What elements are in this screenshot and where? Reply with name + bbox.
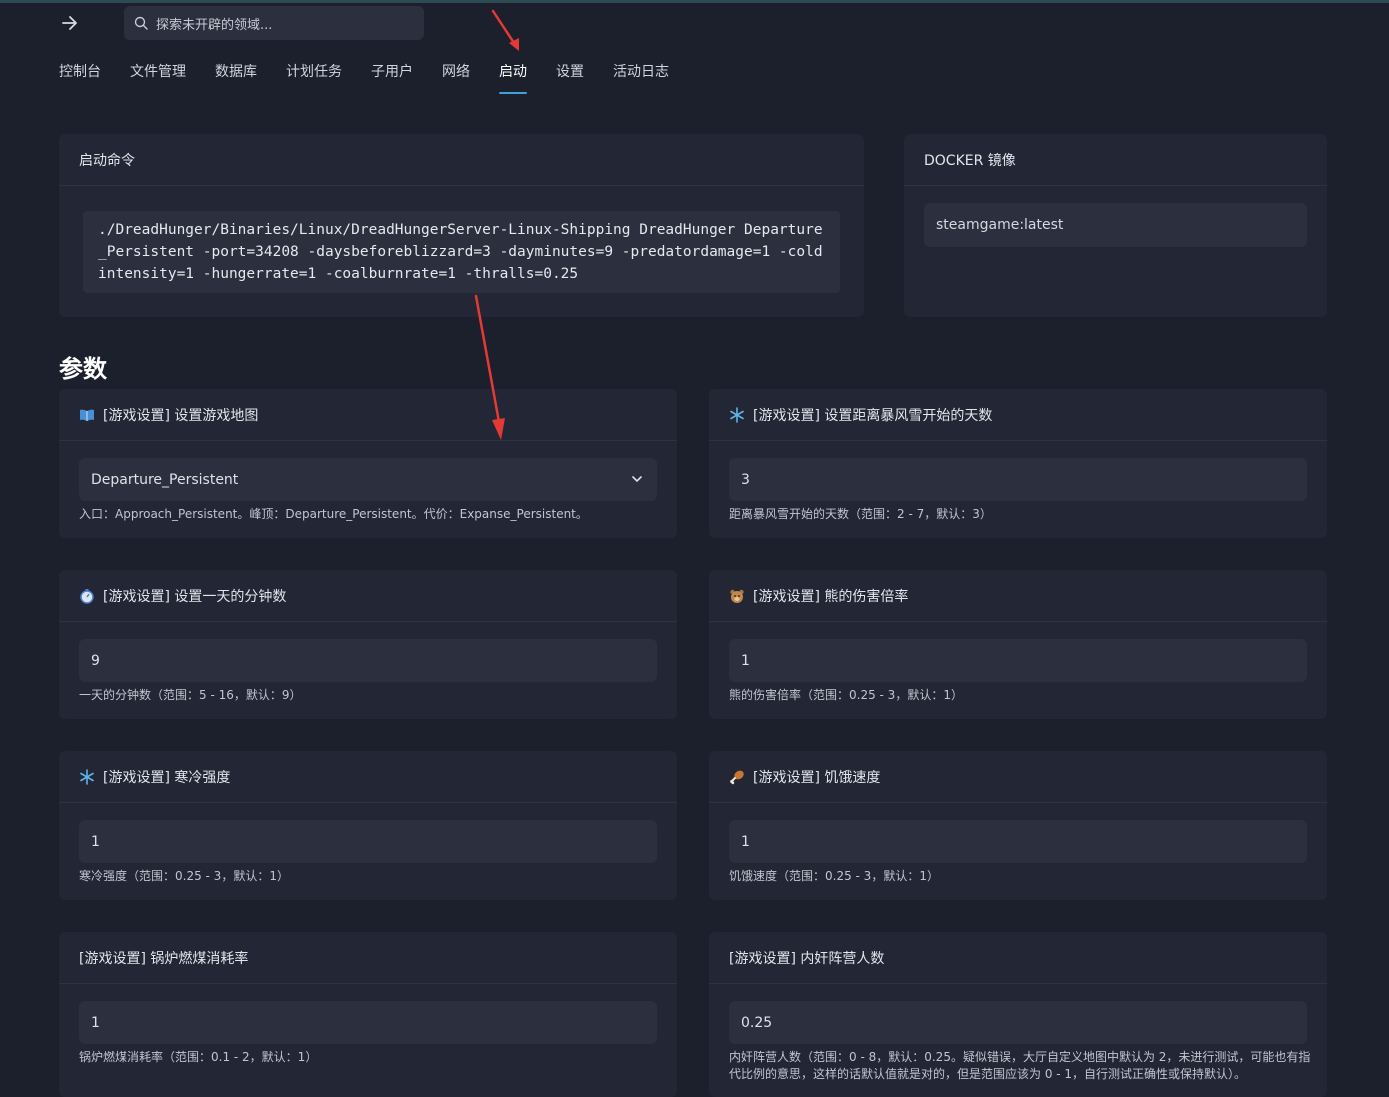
docker-image-title: DOCKER 镜像	[904, 134, 1327, 186]
chevron-down-icon	[632, 476, 642, 483]
bear-damage-input[interactable]: 1	[729, 639, 1307, 682]
search-input[interactable]: 探索未开辟的领域...	[124, 6, 424, 40]
map-select[interactable]: Departure_Persistent	[79, 458, 657, 501]
snowflake-icon	[79, 768, 95, 785]
param-card-thralls: [游戏设置] 内奸阵营人数 0.25 内奸阵营人数（范围：0 - 8，默认：0.…	[709, 932, 1327, 1097]
startup-command-title: 启动命令	[59, 134, 864, 186]
nav-tabs: 控制台 文件管理 数据库 计划任务 子用户 网络 启动 设置 活动日志	[59, 62, 698, 96]
param-card-day-minutes: [游戏设置] 设置一天的分钟数 9 一天的分钟数（范围：5 - 16，默认：9）	[59, 570, 677, 719]
tab-subusers[interactable]: 子用户	[371, 62, 413, 96]
param-card-bear-damage: [游戏设置] 熊的伤害倍率 1 熊的伤害倍率（范围：0.25 - 3，默认：1）	[709, 570, 1327, 719]
param-title-blizzard-days: [游戏设置] 设置距离暴风雪开始的天数	[753, 407, 993, 424]
param-title-day-minutes: [游戏设置] 设置一天的分钟数	[103, 588, 287, 605]
book-icon	[79, 407, 95, 423]
day-minutes-input[interactable]: 9	[79, 639, 657, 682]
param-title-map: [游戏设置] 设置游戏地图	[103, 407, 259, 424]
blizzard-days-input[interactable]: 3	[729, 458, 1307, 501]
param-card-coal-burn: [游戏设置] 锅炉燃煤消耗率 1 锅炉燃煤消耗率（范围：0.1 - 2，默认：1…	[59, 932, 677, 1097]
param-card-map: [游戏设置] 设置游戏地图 Departure_Persistent 入口：Ap…	[59, 389, 677, 538]
param-desc-hunger-rate: 饥饿速度（范围：0.25 - 3，默认：1）	[729, 869, 939, 883]
tab-console[interactable]: 控制台	[59, 62, 101, 96]
map-select-value: Departure_Persistent	[91, 471, 239, 488]
param-card-cold-intensity: [游戏设置] 寒冷强度 1 寒冷强度（范围：0.25 - 3，默认：1）	[59, 751, 677, 900]
param-desc-blizzard-days: 距离暴风雪开始的天数（范围：2 - 7，默认：3）	[729, 507, 992, 521]
arrow-right-icon[interactable]	[60, 13, 80, 33]
startup-command-text: ./DreadHunger/Binaries/Linux/DreadHunger…	[83, 211, 840, 293]
coal-burn-input[interactable]: 1	[79, 1001, 657, 1044]
docker-image-field[interactable]: steamgame:latest	[924, 203, 1307, 247]
bear-icon	[729, 588, 745, 604]
params-title: 参数	[59, 355, 107, 383]
param-title-bear-damage: [游戏设置] 熊的伤害倍率	[753, 588, 909, 605]
hunger-rate-input[interactable]: 1	[729, 820, 1307, 863]
tab-database[interactable]: 数据库	[215, 62, 257, 96]
startup-command-card: 启动命令 ./DreadHunger/Binaries/Linux/DreadH…	[59, 134, 864, 317]
param-card-hunger-rate: [游戏设置] 饥饿速度 1 饥饿速度（范围：0.25 - 3，默认：1）	[709, 751, 1327, 900]
thralls-input[interactable]: 0.25	[729, 1001, 1307, 1044]
snowflake-icon	[729, 406, 745, 423]
param-title-coal-burn: [游戏设置] 锅炉燃煤消耗率	[79, 950, 249, 967]
param-desc-cold-intensity: 寒冷强度（范围：0.25 - 3，默认：1）	[79, 869, 289, 883]
tab-activity-log[interactable]: 活动日志	[613, 62, 669, 96]
search-icon	[134, 16, 148, 30]
tab-network[interactable]: 网络	[442, 62, 470, 96]
param-desc-map: 入口：Approach_Persistent。峰顶：Departure_Pers…	[79, 507, 588, 521]
docker-image-card: DOCKER 镜像 steamgame:latest	[904, 134, 1327, 317]
tab-files[interactable]: 文件管理	[130, 62, 186, 96]
param-desc-bear-damage: 熊的伤害倍率（范围：0.25 - 3，默认：1）	[729, 688, 963, 702]
param-title-cold-intensity: [游戏设置] 寒冷强度	[103, 769, 231, 786]
param-title-hunger-rate: [游戏设置] 饥饿速度	[753, 769, 881, 786]
tab-startup[interactable]: 启动	[499, 62, 527, 96]
drumstick-icon	[729, 769, 745, 785]
param-desc-thralls: 内奸阵营人数（范围：0 - 8，默认：0.25。疑似错误，大厅自定义地图中默认为…	[729, 1050, 1311, 1081]
param-desc-day-minutes: 一天的分钟数（范围：5 - 16，默认：9）	[79, 688, 302, 702]
search-placeholder: 探索未开辟的领域...	[156, 17, 273, 33]
stopwatch-icon	[79, 588, 95, 604]
tab-schedules[interactable]: 计划任务	[286, 62, 342, 96]
param-card-blizzard-days: [游戏设置] 设置距离暴风雪开始的天数 3 距离暴风雪开始的天数（范围：2 - …	[709, 389, 1327, 538]
header: 探索未开辟的领域... 控制台 文件管理 数据库 计划任务 子用户 网络 启动 …	[0, 0, 1389, 110]
tab-settings[interactable]: 设置	[556, 62, 584, 96]
cold-intensity-input[interactable]: 1	[79, 820, 657, 863]
param-desc-coal-burn: 锅炉燃煤消耗率（范围：0.1 - 2，默认：1）	[79, 1050, 318, 1064]
param-title-thralls: [游戏设置] 内奸阵营人数	[729, 950, 885, 967]
